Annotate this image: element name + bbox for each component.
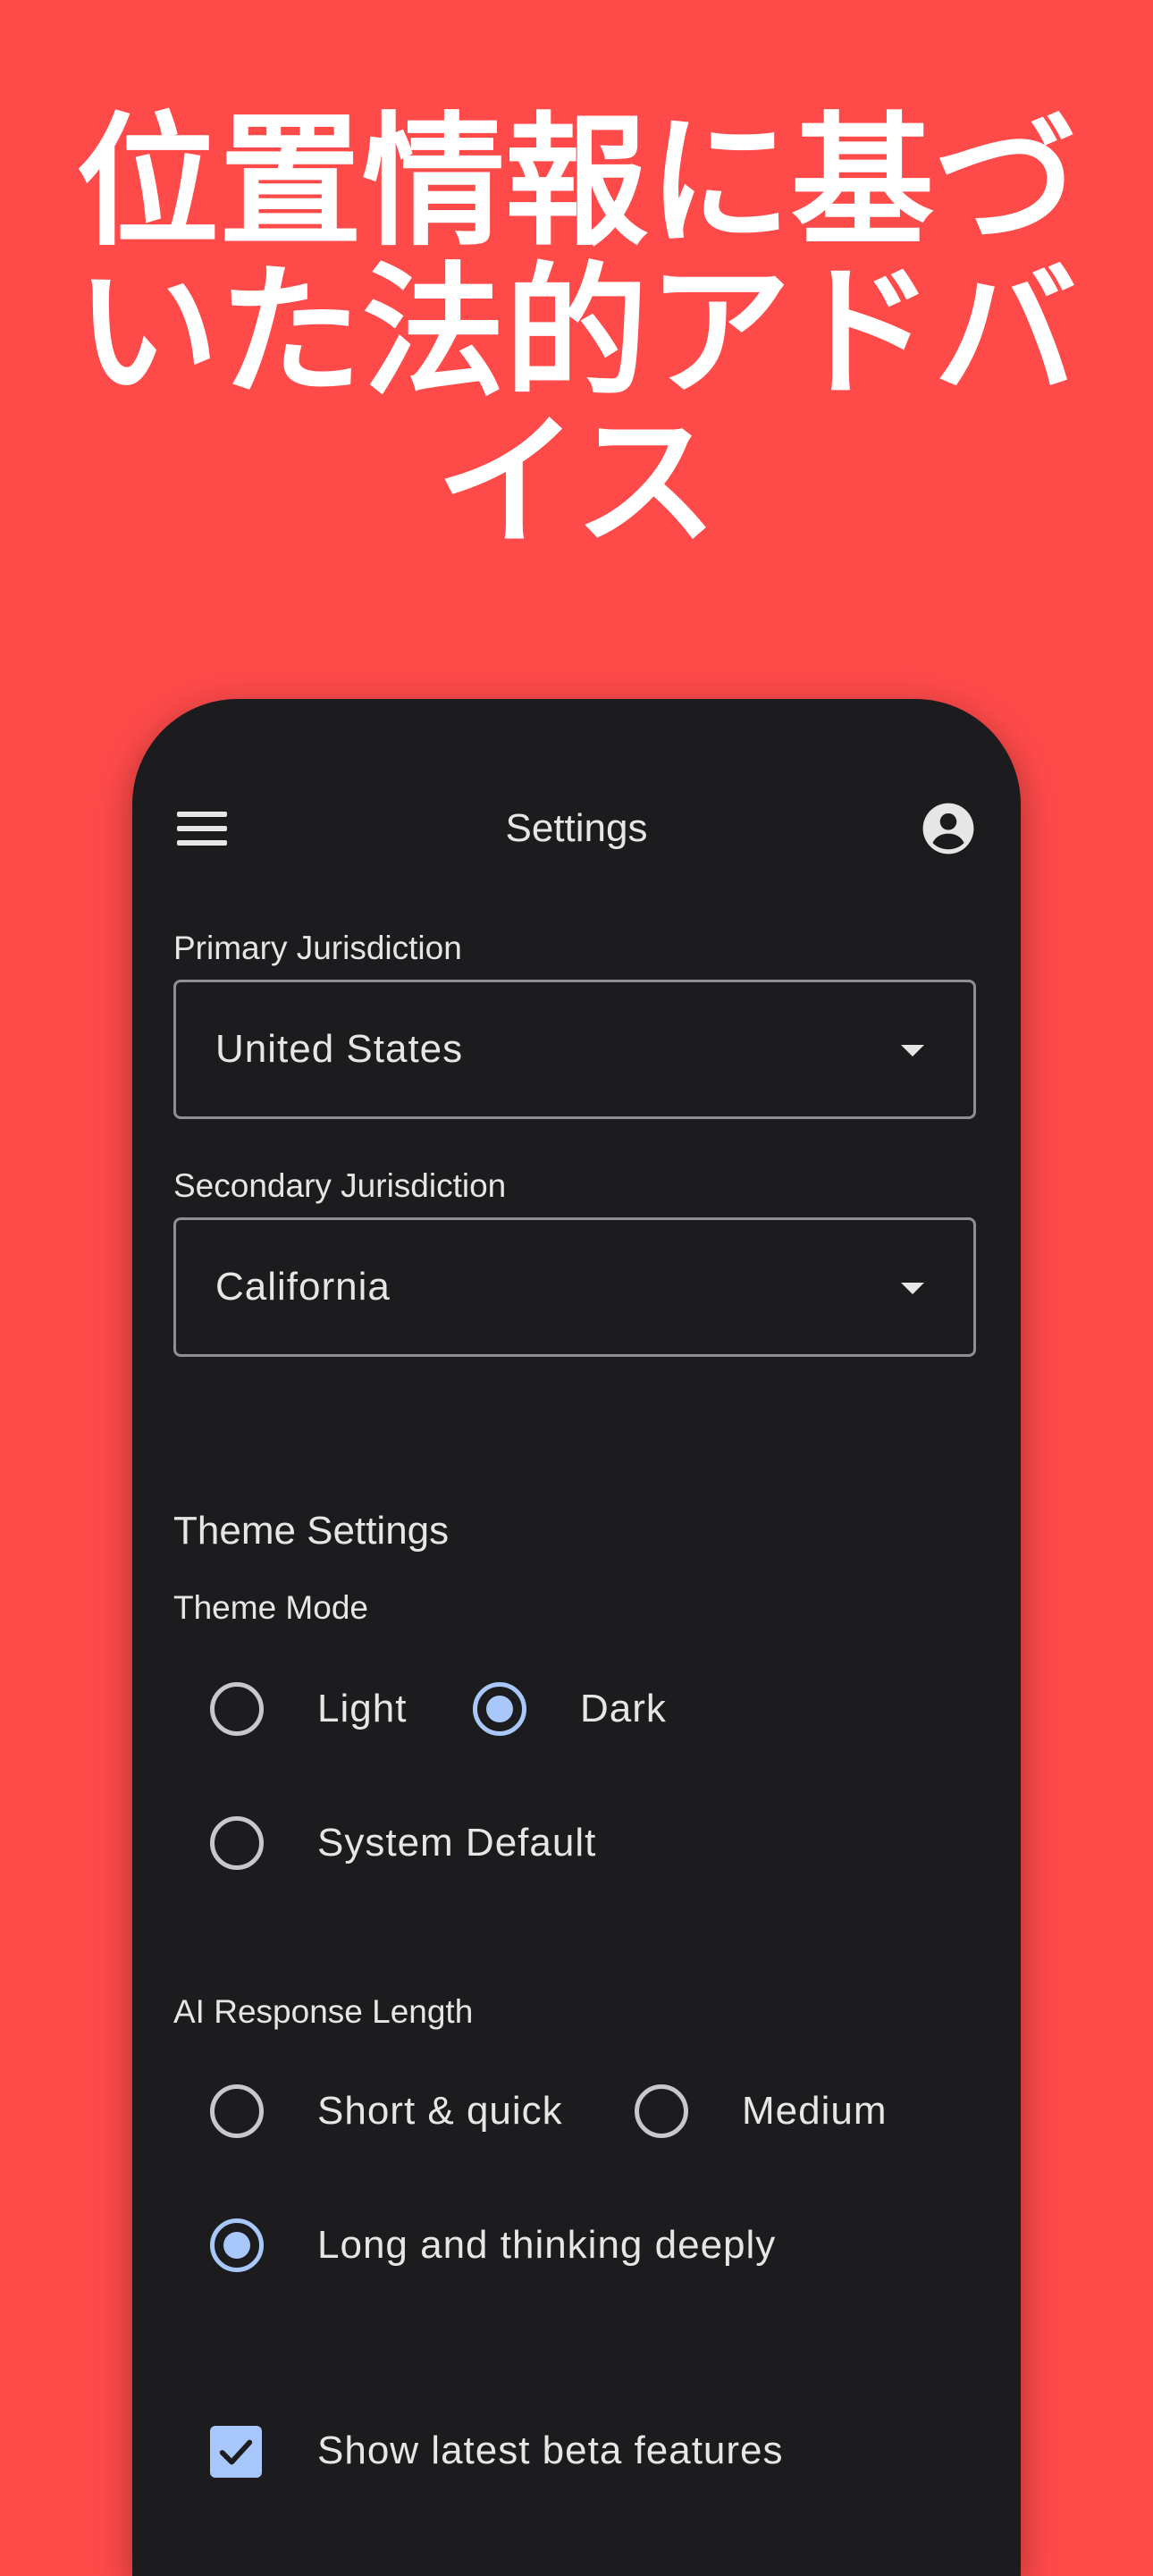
- ai-response-length-label: AI Response Length: [173, 1993, 474, 2030]
- radio-circle-icon: [635, 2084, 688, 2138]
- dropdown-arrow-icon: [901, 1045, 924, 1056]
- beta-features-checkbox[interactable]: Show latest beta features: [210, 2415, 925, 2487]
- dropdown-arrow-icon: [901, 1283, 924, 1294]
- response-radio-short[interactable]: Short & quick: [210, 2075, 585, 2147]
- primary-jurisdiction-label: Primary Jurisdiction: [173, 930, 462, 966]
- account-circle-icon[interactable]: [921, 801, 976, 856]
- checkbox-checked-icon: [210, 2426, 262, 2478]
- radio-circle-icon: [210, 2218, 264, 2272]
- theme-option-label: Dark: [580, 1687, 667, 1730]
- response-option-label: Medium: [742, 2089, 888, 2133]
- response-radio-long[interactable]: Long and thinking deeply: [210, 2210, 836, 2281]
- headline-line-1: 位置情報に基づ: [75, 98, 1077, 265]
- radio-circle-icon: [210, 1816, 264, 1870]
- primary-jurisdiction-value: United States: [215, 1027, 464, 1071]
- primary-jurisdiction-dropdown[interactable]: United States: [173, 980, 976, 1119]
- theme-option-label: System Default: [317, 1821, 597, 1865]
- response-option-label: Long and thinking deeply: [317, 2223, 777, 2267]
- radio-circle-icon: [210, 2084, 264, 2138]
- radio-circle-icon: [473, 1682, 526, 1736]
- theme-radio-light[interactable]: Light: [210, 1673, 407, 1745]
- page-title: Settings: [505, 806, 648, 850]
- theme-mode-label: Theme Mode: [173, 1589, 368, 1626]
- secondary-jurisdiction-dropdown[interactable]: California: [173, 1217, 976, 1357]
- theme-option-label: Light: [317, 1687, 408, 1730]
- beta-features-label: Show latest beta features: [317, 2429, 784, 2472]
- radio-circle-icon: [210, 1682, 264, 1736]
- theme-radio-dark[interactable]: Dark: [473, 1673, 678, 1745]
- theme-settings-heading: Theme Settings: [173, 1509, 450, 1553]
- top-app-bar: Settings: [132, 788, 1021, 869]
- secondary-jurisdiction-label: Secondary Jurisdiction: [173, 1167, 507, 1204]
- headline-line-2: いた法的アドバ: [75, 248, 1077, 416]
- promo-headline: 位置情報に基づ いた法的アドバ イス: [0, 107, 1153, 558]
- secondary-jurisdiction-value: California: [215, 1265, 391, 1309]
- theme-radio-system-default[interactable]: System Default: [210, 1807, 693, 1879]
- headline-line-3: イス: [435, 399, 718, 566]
- phone-screen: Settings Primary Jurisdiction United Sta…: [132, 699, 1021, 2576]
- response-radio-medium[interactable]: Medium: [635, 2075, 930, 2147]
- response-option-label: Short & quick: [317, 2089, 563, 2133]
